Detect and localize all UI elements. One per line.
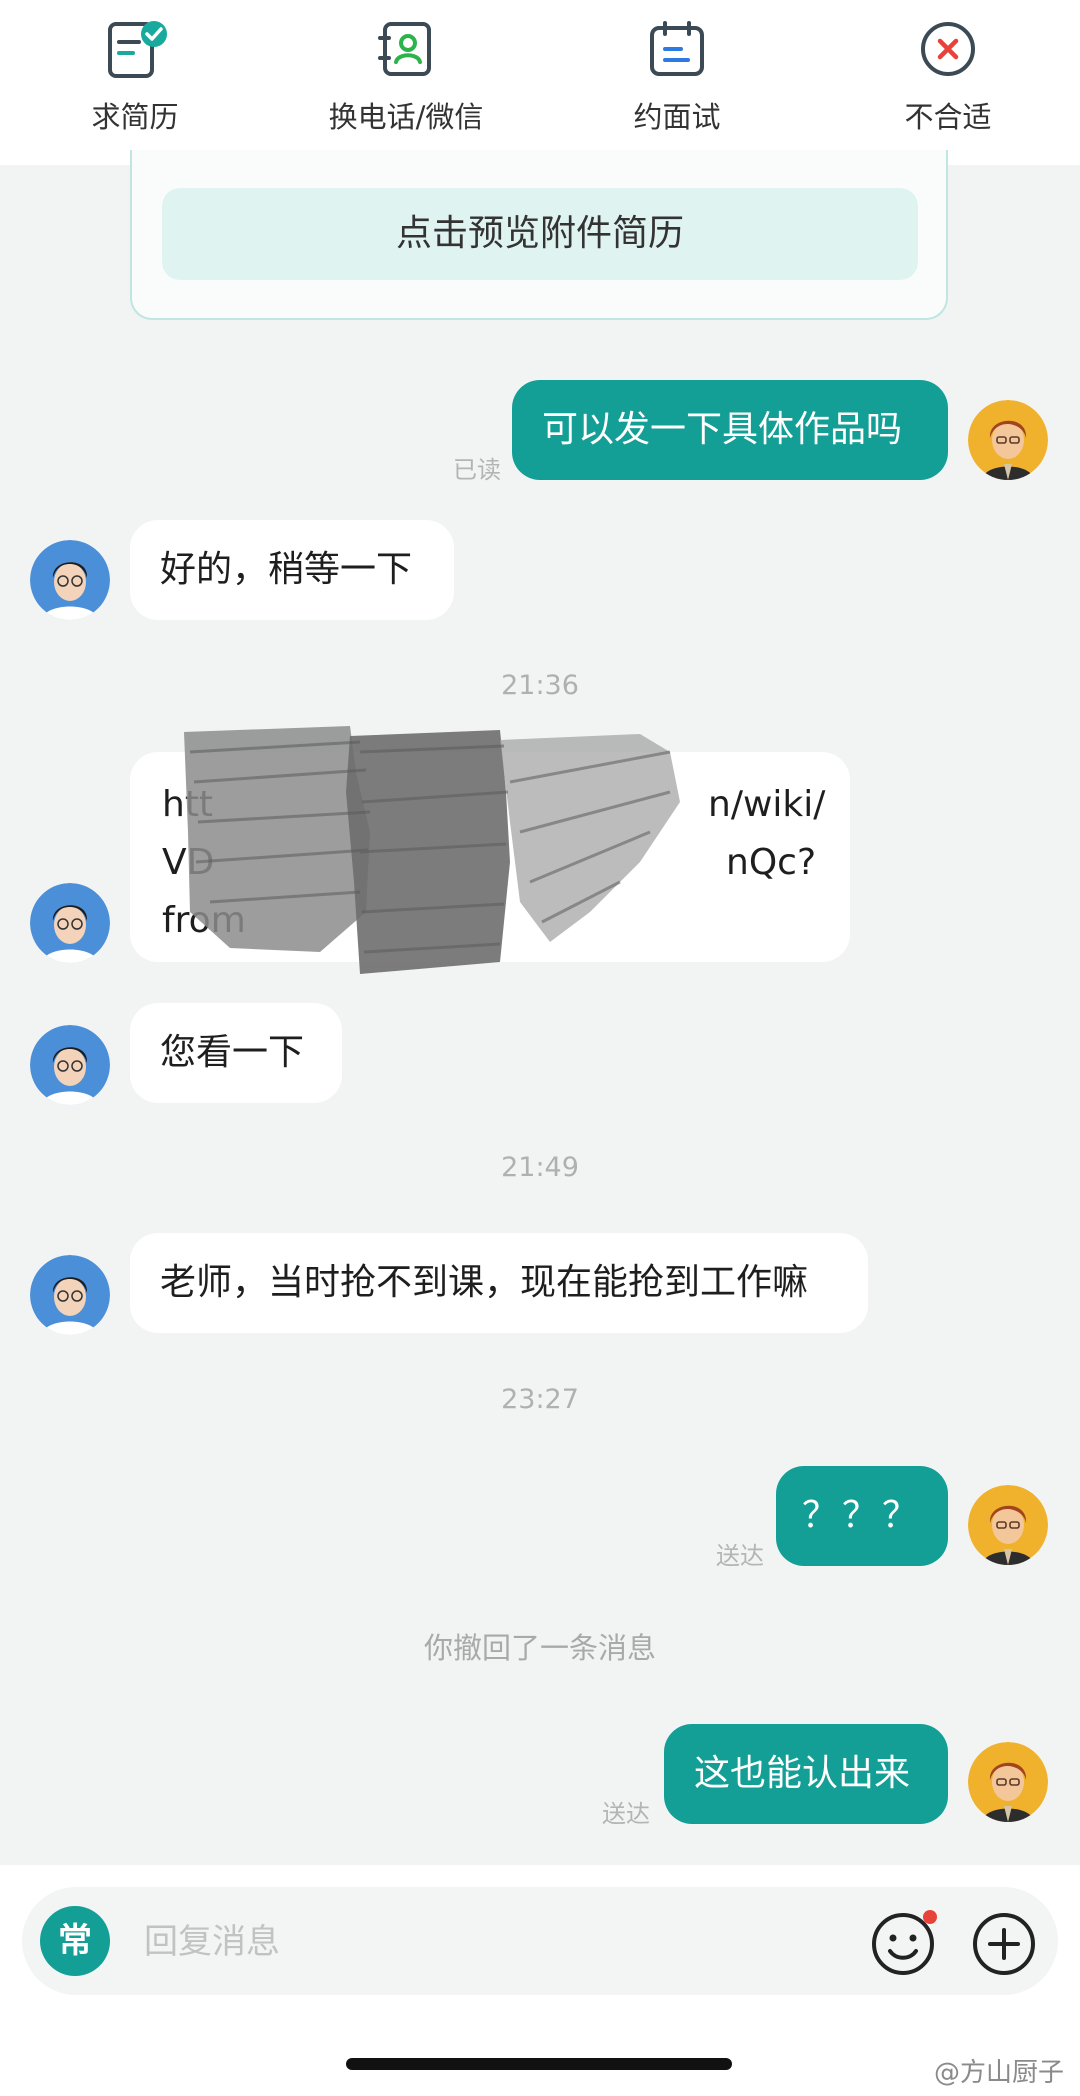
not-suitable-label: 不合适 bbox=[904, 100, 992, 134]
schedule-interview-label: 约面试 bbox=[633, 100, 721, 134]
message-composer: 常 bbox=[22, 1887, 1058, 1995]
reply-input[interactable] bbox=[142, 1911, 746, 1973]
link-text: n/wiki/ bbox=[708, 784, 826, 825]
preview-resume-button[interactable]: 点击预览附件简历 bbox=[162, 188, 918, 280]
sender-avatar[interactable] bbox=[30, 1025, 110, 1105]
emoji-button[interactable] bbox=[870, 1909, 937, 1975]
plus-icon bbox=[973, 1913, 1035, 1975]
redaction-scribble bbox=[170, 712, 690, 982]
timestamp: 21:49 bbox=[501, 1152, 579, 1183]
request-resume-action[interactable]: 求简历 bbox=[35, 20, 235, 136]
sender-avatar[interactable] bbox=[30, 540, 110, 620]
schedule-interview-action[interactable]: 约面试 bbox=[577, 20, 777, 136]
outgoing-message[interactable]: ？？？ bbox=[776, 1466, 948, 1566]
exchange-contact-label: 换电话/微信 bbox=[328, 100, 484, 134]
delivered-status: 送达 bbox=[716, 1542, 764, 1570]
recall-notice: 你撤回了一条消息 bbox=[423, 1631, 656, 1665]
notification-dot bbox=[923, 1910, 937, 1924]
request-resume-label: 求简历 bbox=[91, 100, 179, 134]
not-suitable-action[interactable]: 不合适 bbox=[848, 20, 1048, 136]
common-phrases-button[interactable]: 常 bbox=[40, 1906, 110, 1976]
incoming-message[interactable]: 您看一下 bbox=[130, 1003, 342, 1103]
my-avatar[interactable] bbox=[968, 1485, 1048, 1565]
incoming-message[interactable]: 好的，稍等一下 bbox=[130, 520, 454, 620]
resume-check-icon bbox=[106, 20, 167, 78]
home-indicator bbox=[346, 2058, 732, 2070]
more-options-button[interactable] bbox=[970, 1909, 1036, 1975]
close-circle-icon bbox=[919, 20, 977, 78]
calendar-icon bbox=[648, 20, 706, 78]
link-text: nQc? bbox=[726, 842, 817, 883]
delivered-status: 送达 bbox=[602, 1800, 650, 1828]
action-bar: 求简历 换电话/微信 约面试 不合适 bbox=[0, 0, 1080, 165]
outgoing-message[interactable]: 可以发一下具体作品吗 bbox=[512, 380, 948, 480]
my-avatar[interactable] bbox=[968, 1742, 1048, 1822]
exchange-contact-action[interactable]: 换电话/微信 bbox=[306, 20, 506, 136]
watermark: @方山厨子 bbox=[933, 2058, 1064, 2088]
timestamp: 23:27 bbox=[501, 1384, 579, 1415]
incoming-message[interactable]: 老师，当时抢不到课，现在能抢到工作嘛 bbox=[130, 1233, 868, 1333]
sender-avatar[interactable] bbox=[30, 1255, 110, 1335]
timestamp: 21:36 bbox=[501, 670, 579, 701]
smiley-icon bbox=[872, 1910, 937, 1975]
outgoing-message[interactable]: 这也能认出来 bbox=[664, 1724, 948, 1824]
resume-card: 点击预览附件简历 bbox=[130, 150, 948, 320]
contact-book-icon bbox=[377, 20, 435, 78]
read-status: 已读 bbox=[453, 456, 501, 484]
my-avatar[interactable] bbox=[968, 400, 1048, 480]
sender-avatar[interactable] bbox=[30, 883, 110, 963]
